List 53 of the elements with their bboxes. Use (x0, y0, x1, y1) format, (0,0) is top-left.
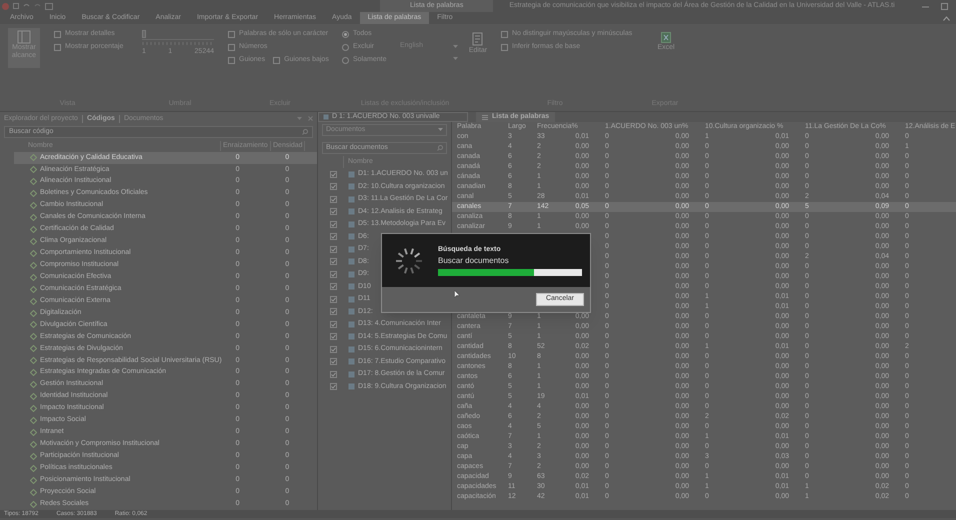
mouse-cursor-icon (454, 290, 460, 299)
radio-button[interactable] (342, 30, 349, 38)
checkbox[interactable] (330, 220, 336, 228)
save-icon[interactable] (13, 3, 19, 9)
spinner-icon (394, 246, 424, 276)
app-icon (2, 2, 9, 10)
dialog-message: Buscar documentos (438, 255, 510, 268)
checkbox[interactable] (330, 320, 336, 328)
search-icon (437, 145, 443, 151)
caret-icon (438, 128, 443, 132)
document-icon (323, 114, 329, 120)
window-icon[interactable] (45, 2, 53, 10)
pin-icon[interactable] (297, 116, 302, 122)
undo-icon[interactable] (23, 3, 30, 9)
close-icon[interactable] (308, 116, 313, 122)
caret-icon (453, 44, 458, 48)
spreadsheet-icon (661, 32, 671, 43)
checkbox[interactable] (228, 30, 235, 38)
checkbox[interactable] (330, 233, 336, 240)
checkbox[interactable] (228, 44, 235, 50)
checkbox[interactable] (330, 258, 336, 266)
checkbox[interactable] (330, 246, 336, 253)
checkbox[interactable] (330, 383, 336, 390)
checkbox[interactable] (330, 358, 336, 366)
panel-icon (17, 30, 31, 44)
checkbox[interactable] (228, 56, 235, 64)
checkbox[interactable] (330, 308, 336, 316)
checkbox[interactable] (330, 170, 336, 178)
collapse-ribbon-icon[interactable] (943, 16, 950, 20)
redo-icon[interactable] (34, 3, 41, 9)
maximize-icon[interactable] (941, 2, 948, 10)
checkbox[interactable] (330, 346, 336, 353)
radio-button[interactable] (342, 56, 349, 64)
edit-list-icon (472, 32, 484, 46)
checkbox[interactable] (273, 56, 280, 64)
checkbox[interactable] (501, 30, 508, 38)
radio-button[interactable] (342, 44, 349, 50)
checkbox[interactable] (330, 333, 336, 340)
checkbox[interactable] (330, 370, 336, 378)
caret-icon (453, 56, 458, 60)
checkbox[interactable] (501, 44, 508, 50)
checkbox[interactable] (330, 296, 336, 303)
checkbox[interactable] (330, 208, 336, 216)
slider-thumb[interactable] (142, 30, 146, 38)
checkbox[interactable] (54, 44, 61, 50)
checkbox[interactable] (330, 183, 336, 190)
checkbox[interactable] (54, 30, 61, 38)
checkbox[interactable] (330, 270, 336, 278)
list-icon (482, 114, 488, 120)
threshold-slider[interactable] (142, 30, 214, 40)
checkbox[interactable] (330, 196, 336, 203)
search-icon (302, 128, 308, 135)
checkbox[interactable] (330, 283, 336, 290)
